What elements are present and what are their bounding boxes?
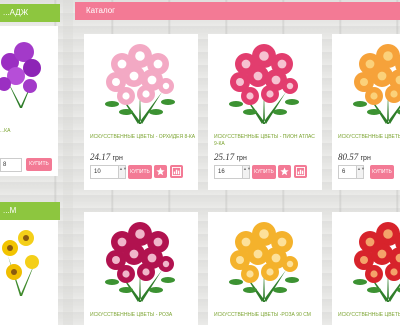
sidebar: ...АДЖ ...КА 8 КУПИТЬ ...М xyxy=(0,0,60,325)
catalog-heading: Каталог xyxy=(75,2,400,20)
quantity-input[interactable]: 10 ▲▼ xyxy=(90,165,127,179)
product-card[interactable]: ИСКУССТВЕННЫЕ ЦВЕТЫ - РОЗА xyxy=(84,212,198,325)
product-card[interactable]: ИСКУССТВЕННЫЕ ЦВЕТЫ - ОРХИДЕЯ 8-КА 24.17… xyxy=(84,34,198,190)
price-value: 80.57 xyxy=(338,152,359,162)
favorite-button[interactable] xyxy=(278,165,291,178)
product-name[interactable]: ИСКУССТВЕННЫЕ ЦВЕТЫ - xyxy=(338,312,400,319)
star-icon xyxy=(280,167,289,176)
product-name[interactable]: ИСКУССТВЕННЫЕ ЦВЕТЫ - ШАР 7-КА xyxy=(338,134,400,141)
quantity-value: 10 xyxy=(94,169,101,175)
product-name[interactable]: ИСКУССТВЕННЫЕ ЦВЕТЫ - РОЗА xyxy=(90,312,196,319)
currency: грн xyxy=(360,155,371,162)
spinner-arrows-icon[interactable]: ▲▼ xyxy=(242,166,251,178)
spinner-arrows-icon[interactable]: ▲▼ xyxy=(118,166,127,178)
quantity-input[interactable]: 6 ▲▼ xyxy=(338,165,365,179)
product-name[interactable]: ИСКУССТВЕННЫЕ ЦВЕТЫ - ПИОН АТЛАС 9-КА xyxy=(214,134,320,148)
compare-button[interactable] xyxy=(294,165,307,178)
price-value: 25.17 xyxy=(214,152,235,162)
product-image[interactable] xyxy=(350,220,400,304)
sidebar-product-card[interactable] xyxy=(0,220,58,325)
price-value: 24.17 xyxy=(90,152,111,162)
star-icon xyxy=(156,167,165,176)
sidebar-quantity-input[interactable]: 8 xyxy=(0,158,22,172)
page-gutter xyxy=(63,0,73,325)
product-name[interactable]: ИСКУССТВЕННЫЕ ЦВЕТЫ -РОЗА 90 СМ xyxy=(214,312,320,319)
sidebar-product-image[interactable] xyxy=(0,226,42,306)
sidebar-product-name[interactable]: ...КА xyxy=(0,128,10,134)
product-card[interactable]: ИСКУССТВЕННЫЕ ЦВЕТЫ -РОЗА 90 СМ xyxy=(208,212,322,325)
quantity-value: 16 xyxy=(218,169,225,175)
product-price: 24.17 грн xyxy=(90,152,123,162)
product-image[interactable] xyxy=(102,220,178,304)
quantity-value: 6 xyxy=(342,169,346,175)
favorite-button[interactable] xyxy=(154,165,167,178)
sidebar-product-image[interactable] xyxy=(0,38,42,118)
currency: грн xyxy=(236,155,247,162)
product-name[interactable]: ИСКУССТВЕННЫЕ ЦВЕТЫ - ОРХИДЕЯ 8-КА xyxy=(90,134,196,141)
buy-button[interactable]: КУПИТЬ xyxy=(252,165,276,179)
currency: грн xyxy=(112,155,123,162)
spinner-arrows-icon[interactable]: ▲▼ xyxy=(356,166,365,178)
product-image[interactable] xyxy=(226,220,302,304)
product-price: 25.17 грн xyxy=(214,152,247,162)
sidebar-heading-2: ...М xyxy=(0,202,60,220)
quantity-input[interactable]: 16 ▲▼ xyxy=(214,165,251,179)
product-image[interactable] xyxy=(226,42,302,126)
buy-button[interactable]: КУПИТЬ xyxy=(128,165,152,179)
product-price: 80.57 грн xyxy=(338,152,371,162)
product-image[interactable] xyxy=(350,42,400,126)
product-card[interactable]: ИСКУССТВЕННЫЕ ЦВЕТЫ - xyxy=(332,212,400,325)
sidebar-heading-1: ...АДЖ xyxy=(0,4,60,22)
chart-icon xyxy=(172,167,181,176)
sidebar-buy-button[interactable]: КУПИТЬ xyxy=(26,158,52,171)
buy-button[interactable]: КУПИТЬ xyxy=(370,165,394,179)
product-card[interactable]: ИСКУССТВЕННЫЕ ЦВЕТЫ - ШАР 7-КА 80.57 грн… xyxy=(332,34,400,190)
compare-button[interactable] xyxy=(170,165,183,178)
product-image[interactable] xyxy=(102,42,178,126)
chart-icon xyxy=(296,167,305,176)
sidebar-product-card[interactable]: ...КА 8 КУПИТЬ xyxy=(0,26,58,176)
product-card[interactable]: ИСКУССТВЕННЫЕ ЦВЕТЫ - ПИОН АТЛАС 9-КА 25… xyxy=(208,34,322,190)
